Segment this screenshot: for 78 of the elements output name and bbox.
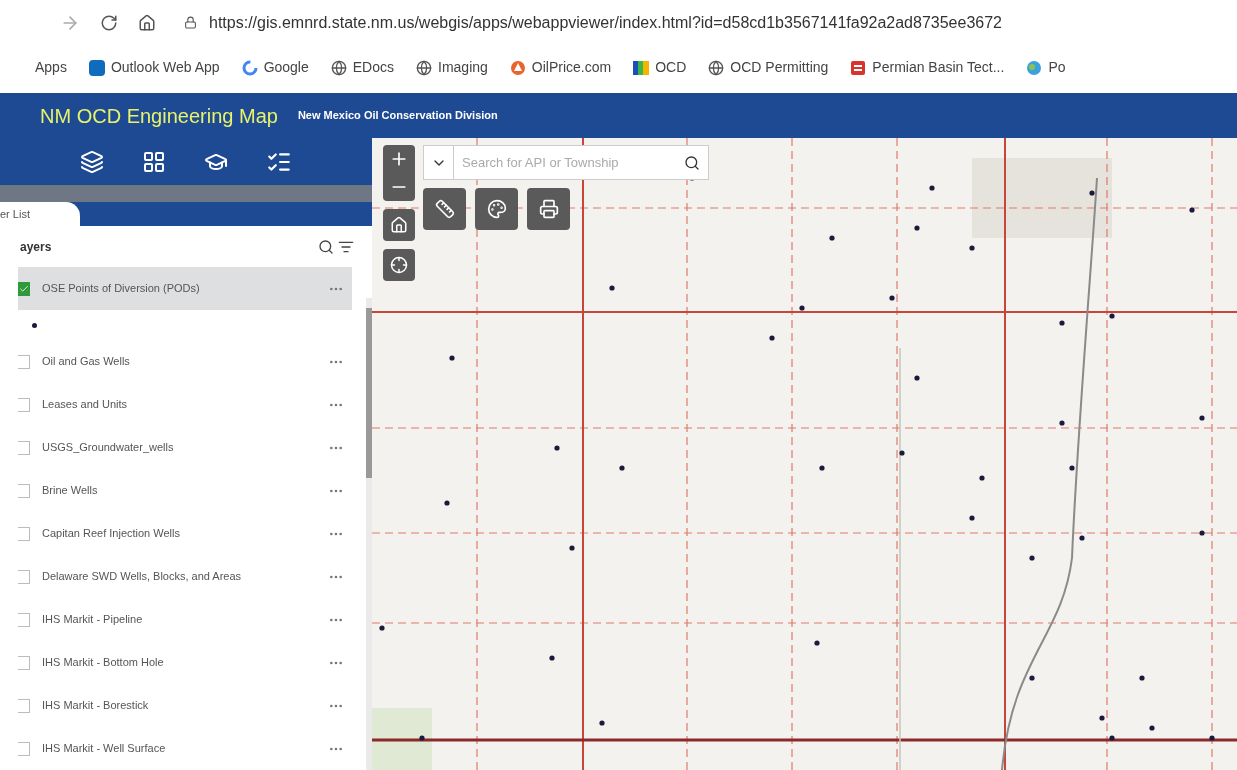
bookmark-link[interactable]: Apps xyxy=(35,57,67,78)
layer-name: IHS Markit - Pipeline xyxy=(42,612,143,628)
search-field[interactable]: Search for API or Township xyxy=(423,145,709,180)
scrollbar[interactable] xyxy=(366,298,372,770)
layer-checkbox[interactable] xyxy=(18,483,30,498)
google-icon xyxy=(241,59,258,76)
bookmark-link[interactable]: Permian Basin Tect... xyxy=(872,57,1005,78)
bookmark-link[interactable]: OCD Permitting xyxy=(730,57,829,78)
palette-icon xyxy=(486,199,507,219)
layer-name: Capitan Reef Injection Wells xyxy=(42,526,180,542)
globe-icon xyxy=(416,59,432,76)
layer-row[interactable]: IHS Markit - Borestick xyxy=(18,684,352,727)
search-icon[interactable] xyxy=(684,154,700,171)
layer-name: USGS_Groundwater_wells xyxy=(42,440,174,456)
address-bar-url[interactable]: https://gis.emnrd.state.nm.us/webgis/apps/webappviewer/index.html?id=d58cd1b3567141fa92a2ad8735ee3672 xyxy=(209,10,1002,35)
layer-name: Leases and Units xyxy=(42,397,127,413)
measure-button[interactable] xyxy=(423,188,466,230)
bookmark-link[interactable]: Google xyxy=(263,57,309,78)
bookmark-link[interactable]: Po xyxy=(1048,57,1066,78)
layer-row[interactable]: Leases and Units xyxy=(18,383,352,426)
search-icon[interactable] xyxy=(318,238,334,255)
layer-checkbox[interactable] xyxy=(18,526,30,541)
globe-icon xyxy=(330,59,347,76)
layer-row[interactable]: Oil and Gas Wells xyxy=(18,340,352,383)
app-subtitle: New Mexico Oil Conservation Division xyxy=(297,108,498,124)
layer-row[interactable]: Capitan Reef Injection Wells xyxy=(18,512,352,555)
layer-name: Brine Wells xyxy=(42,483,98,499)
layer-row[interactable]: Brine Wells xyxy=(18,469,352,512)
print-button[interactable] xyxy=(527,188,570,230)
home-button[interactable] xyxy=(383,209,415,241)
reload-icon[interactable] xyxy=(100,13,118,32)
lock-icon xyxy=(184,16,197,29)
crosshair-icon xyxy=(390,256,408,274)
search-input[interactable]: Search for API or Township xyxy=(454,152,684,173)
layer-row[interactable]: USGS_Groundwater_wells xyxy=(18,426,352,469)
layer-row[interactable]: IHS Markit - Well Surface xyxy=(18,727,352,770)
layer-checkbox[interactable] xyxy=(18,281,30,296)
layer-row[interactable]: Delaware SWD Wells, Blocks, and Areas xyxy=(18,555,352,598)
layers-icon[interactable] xyxy=(80,149,104,174)
locate-button[interactable] xyxy=(383,249,415,281)
layer-checkbox[interactable] xyxy=(18,741,30,756)
layer-name: IHS Markit - Bottom Hole xyxy=(42,655,164,671)
color-bars-icon xyxy=(633,59,650,76)
layer-row[interactable]: OSE Points of Diversion (PODs) xyxy=(18,267,352,310)
palette-button[interactable] xyxy=(475,188,518,230)
mail-app-icon xyxy=(88,59,105,76)
layer-row[interactable]: IHS Markit - Bottom Hole xyxy=(18,641,352,684)
bookmark-link[interactable]: OilPrice.com xyxy=(531,57,612,78)
layer-row[interactable]: IHS Markit - Pipeline xyxy=(18,598,352,641)
printer-icon xyxy=(538,199,559,219)
ruler-icon xyxy=(434,199,455,219)
layer-checkbox[interactable] xyxy=(18,354,30,369)
layer-checkbox[interactable] xyxy=(18,698,30,713)
home-icon[interactable] xyxy=(138,13,156,32)
layer-name: IHS Markit - Well Surface xyxy=(42,741,166,757)
layer-list-tab[interactable]: er List xyxy=(0,202,80,227)
home-icon xyxy=(390,216,408,234)
app-title: NM OCD Engineering Map xyxy=(40,103,278,129)
layer-name: Delaware SWD Wells, Blocks, and Areas xyxy=(42,569,242,585)
layer-checkbox[interactable] xyxy=(18,397,30,412)
drop-logo-icon xyxy=(509,59,526,76)
bookmark-link[interactable]: EDocs xyxy=(352,57,394,78)
bookmark-link[interactable]: OCD xyxy=(655,57,687,78)
ball-icon xyxy=(1026,59,1043,76)
layer-checkbox[interactable] xyxy=(18,612,30,627)
panel-title: ayers xyxy=(20,238,52,256)
layer-name: Oil and Gas Wells xyxy=(42,354,130,370)
document-icon xyxy=(850,59,867,76)
layer-checkbox[interactable] xyxy=(18,440,30,455)
layer-checkbox[interactable] xyxy=(18,655,30,670)
grid-icon[interactable] xyxy=(142,149,166,174)
bookmark-link[interactable]: Outlook Web App xyxy=(110,57,220,78)
layer-name: OSE Points of Diversion (PODs) xyxy=(42,281,200,297)
bookmark-link[interactable]: Imaging xyxy=(438,57,488,78)
check-icon xyxy=(19,283,29,294)
layer-checkbox[interactable] xyxy=(18,569,30,584)
globe-icon xyxy=(708,59,725,76)
layer-name: IHS Markit - Borestick xyxy=(42,698,149,714)
